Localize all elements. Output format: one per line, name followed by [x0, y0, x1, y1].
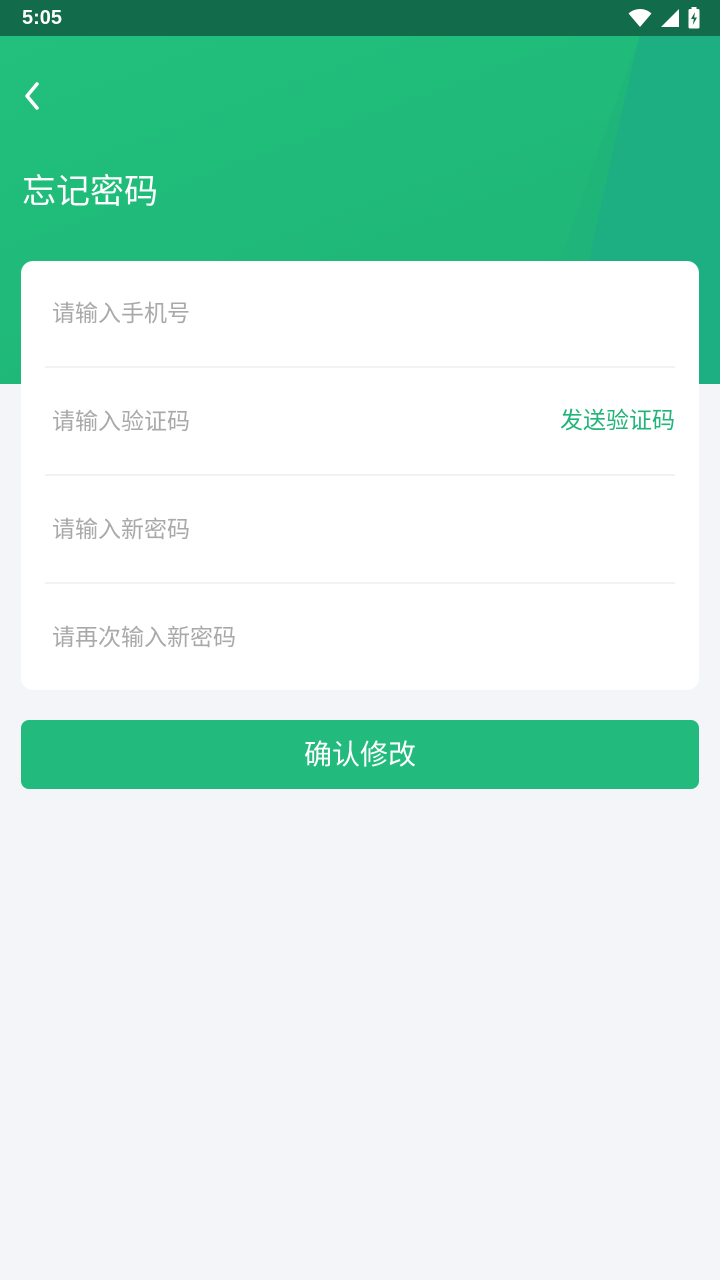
code-row: 发送验证码 [45, 369, 675, 476]
wifi-icon [628, 9, 652, 27]
confirm-button[interactable]: 确认修改 [21, 720, 699, 789]
send-code-button[interactable]: 发送验证码 [560, 369, 675, 474]
new-password-row [45, 477, 675, 584]
signal-icon [661, 9, 679, 27]
confirm-password-input[interactable] [52, 585, 532, 690]
phone-input[interactable] [52, 261, 532, 366]
status-time: 5:05 [22, 7, 63, 29]
confirm-password-row [45, 585, 675, 692]
status-icons [628, 7, 700, 29]
new-password-input[interactable] [52, 477, 532, 582]
status-bar: 5:05 [0, 0, 720, 36]
phone-row [45, 261, 675, 368]
chevron-left-icon [25, 82, 39, 110]
battery-charging-icon [688, 7, 700, 29]
verification-code-input[interactable] [52, 369, 492, 474]
page-title: 忘记密码 [22, 172, 158, 212]
back-button[interactable] [14, 76, 50, 116]
form-card: 发送验证码 [21, 261, 699, 690]
